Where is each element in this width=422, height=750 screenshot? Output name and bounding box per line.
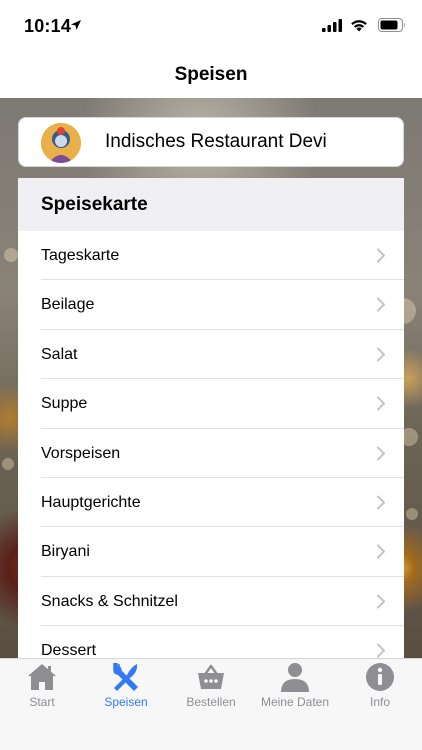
chevron-right-icon xyxy=(377,643,385,658)
chevron-right-icon xyxy=(377,347,385,362)
house-icon xyxy=(28,664,56,690)
restaurant-name: Indisches Restaurant Devi xyxy=(105,131,327,152)
tab-speisen[interactable]: Speisen xyxy=(84,659,168,719)
menu-item-label: Biryani xyxy=(41,543,90,561)
menu-item-label: Dessert xyxy=(41,642,97,658)
app-screen: 10:14 Speisen Indisches Restaurant Devi … xyxy=(0,0,422,750)
status-time: 10:14 xyxy=(24,16,72,36)
navigation-bar: Speisen xyxy=(0,52,422,98)
menu-item-suppe[interactable]: Suppe xyxy=(18,379,404,429)
restaurant-header[interactable]: Indisches Restaurant Devi xyxy=(18,117,404,167)
tab-label: Start xyxy=(29,695,55,709)
chevron-right-icon xyxy=(377,594,385,609)
tab-label: Info xyxy=(369,695,390,709)
tab-start[interactable]: Start xyxy=(0,659,84,719)
utensils-icon xyxy=(113,663,138,691)
chevron-right-icon xyxy=(377,544,385,559)
chevron-right-icon xyxy=(377,495,385,510)
person-icon xyxy=(281,663,309,692)
tab-label: Meine Daten xyxy=(260,695,330,709)
menu-item-label: Hauptgerichte xyxy=(41,493,141,511)
menu-item-snacks-schnitzel[interactable]: Snacks & Schnitzel xyxy=(18,576,404,627)
menu-item-label: Tageskarte xyxy=(41,247,120,264)
menu-section-header: Speisekarte xyxy=(18,178,404,231)
location-arrow-icon xyxy=(71,20,81,30)
tab-label: Bestellen xyxy=(186,695,236,709)
restaurant-avatar xyxy=(41,123,81,163)
page-title: Speisen xyxy=(174,64,248,85)
menu-item-salat[interactable]: Salat xyxy=(18,329,404,380)
tab-info[interactable]: Info xyxy=(338,659,422,719)
menu-item-vorspeisen[interactable]: Vorspeisen xyxy=(18,428,404,479)
menu-item-label: Salat xyxy=(41,345,78,363)
menu-item-label: Suppe xyxy=(41,395,88,413)
tab-bestellen[interactable]: Bestellen xyxy=(169,659,253,719)
menu-list: Speisekarte Tageskarte Beilage Salat Sup… xyxy=(18,178,404,658)
tab-bar: Start Speisen Bestellen Meine Daten Info xyxy=(0,658,422,750)
menu-item-biryani[interactable]: Biryani xyxy=(18,527,404,578)
menu-item-hauptgerichte[interactable]: Hauptgerichte xyxy=(18,477,404,528)
menu-item-label: Snacks & Schnitzel xyxy=(41,592,178,610)
cellular-signal-icon xyxy=(322,19,342,32)
status-bar: 10:14 xyxy=(0,0,422,52)
chevron-right-icon xyxy=(377,396,385,411)
tab-meine-daten[interactable]: Meine Daten xyxy=(253,659,337,719)
info-icon xyxy=(366,663,394,691)
menu-item-label: Beilage xyxy=(41,296,95,314)
battery-icon xyxy=(378,18,405,32)
menu-item-beilage[interactable]: Beilage xyxy=(18,280,404,331)
basket-icon xyxy=(198,664,224,689)
tab-label: Speisen xyxy=(104,695,148,709)
chevron-right-icon xyxy=(377,248,385,263)
menu-item-tageskarte[interactable]: Tageskarte xyxy=(18,231,404,281)
chevron-right-icon xyxy=(377,446,385,461)
chevron-right-icon xyxy=(377,297,385,312)
menu-item-dessert[interactable]: Dessert xyxy=(18,626,404,658)
menu-item-label: Vorspeisen xyxy=(41,444,121,462)
wifi-icon xyxy=(351,20,367,32)
